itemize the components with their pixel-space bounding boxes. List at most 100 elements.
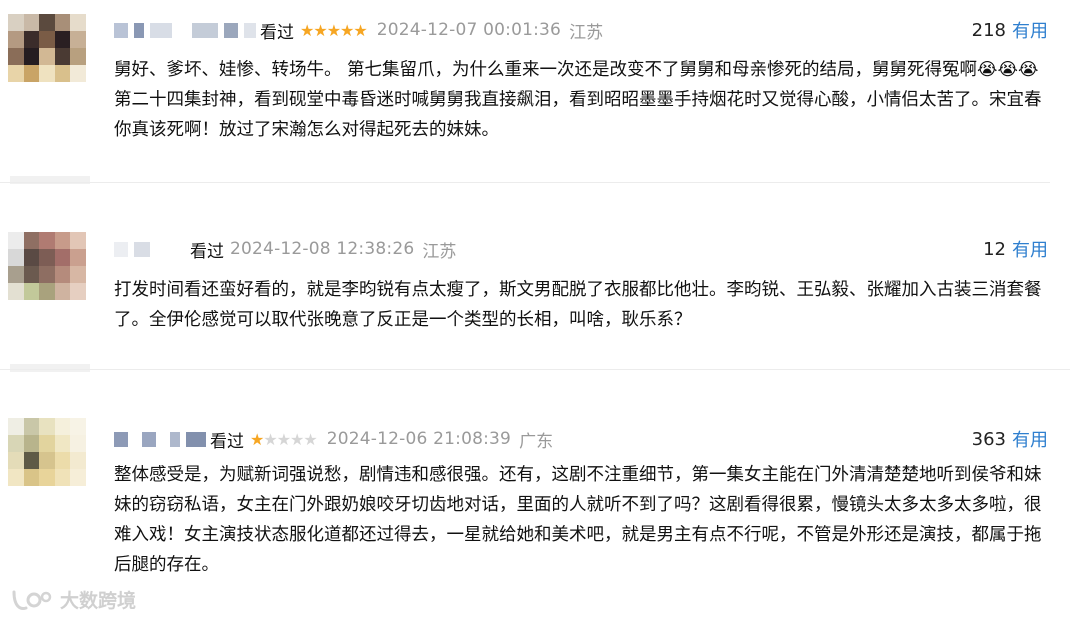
avatar-pixel [39, 232, 55, 249]
avatar-pixel [8, 249, 24, 266]
avatar-pixel [39, 249, 55, 266]
avatar-pixel [23, 31, 40, 48]
avatar-pixel [23, 266, 40, 283]
useful-button[interactable]: 有用 [1012, 17, 1048, 43]
comment-location: 江苏 [569, 22, 604, 43]
username[interactable] [114, 431, 206, 447]
comment-text: 打发时间看还蛮好看的，就是李昀锐有点太瘦了，斯文男配脱了衣服都比他壮。李昀锐、王… [114, 280, 1042, 330]
watched-label: 看过 [260, 22, 294, 43]
avatar-pixel [8, 232, 24, 249]
avatar-pixel [39, 48, 55, 65]
star-empty-icon: ★ [303, 429, 317, 449]
avatar-pixel [54, 266, 71, 283]
avatar-pixel [54, 249, 71, 266]
avatar-pixel [8, 418, 24, 435]
avatar-pixel [54, 418, 71, 435]
avatar-pixel [8, 48, 24, 65]
star-filled-icon: ★ [300, 20, 314, 40]
avatar-pixel [70, 65, 86, 82]
avatar-pixel [70, 469, 86, 486]
useful-button[interactable]: 有用 [1012, 426, 1048, 452]
avatar-pixel [54, 65, 71, 82]
avatar-pixel [39, 65, 55, 82]
username[interactable] [114, 22, 256, 38]
comment-meta: 看过 2024-12-08 12:38:26 江苏 [114, 235, 456, 263]
avatar-pixel [54, 14, 71, 31]
comment-time: 2024-12-08 12:38:26 [230, 239, 415, 259]
avatar-pixel [70, 48, 86, 65]
watched-label: 看过 [210, 431, 244, 452]
avatar-pixel [70, 435, 86, 452]
comment-meta: 看过 ★★★★★ 2024-12-07 00:01:36 江苏 [114, 16, 603, 44]
avatar-pixel [8, 283, 24, 300]
avatar-pixel [54, 435, 71, 452]
avatar-pixel [70, 418, 86, 435]
watermark-logo-icon [12, 590, 52, 610]
avatar-pixel [70, 14, 86, 31]
rating-stars-icon: ★★★★★ [250, 429, 318, 449]
avatar-pixel [23, 435, 40, 452]
vote-count: 12 [983, 238, 1006, 260]
avatar-pixel [39, 14, 55, 31]
watermark-text: 大数跨境 [60, 590, 137, 612]
avatar-pixel [54, 31, 71, 48]
avatar-pixel [23, 283, 40, 300]
star-empty-icon: ★ [263, 429, 277, 449]
avatar-pixel [8, 469, 24, 486]
comment-location: 广东 [519, 431, 554, 452]
divider [0, 182, 1050, 183]
star-filled-icon: ★ [353, 20, 367, 40]
star-filled-icon: ★ [326, 20, 341, 40]
avatar-pixel [54, 283, 71, 300]
vote-area: 218 有用 [972, 16, 1048, 44]
avatar[interactable] [8, 232, 86, 300]
comment-location: 江苏 [422, 241, 457, 262]
useful-button[interactable]: 有用 [1012, 236, 1048, 262]
vote-count: 218 [971, 19, 1006, 41]
avatar-pixel [70, 232, 86, 249]
avatar[interactable] [8, 418, 86, 486]
star-empty-icon: ★ [290, 429, 304, 449]
avatar-pixel [54, 232, 71, 249]
comment-time: 2024-12-06 21:08:39 [326, 429, 512, 449]
avatar-pixel [70, 266, 86, 283]
avatar-pixel [23, 469, 40, 486]
avatar-pixel [23, 418, 40, 435]
avatar-pixel [8, 266, 24, 283]
avatar-pixel [23, 452, 40, 469]
comment-text: 舅好、爹坏、娃惨、转场牛。 第七集留爪，为什么重来一次还是改变不了舅舅和母亲惨死… [114, 60, 1042, 140]
divider [0, 369, 1070, 370]
avatar-pixel [23, 232, 40, 249]
avatar-pixel [54, 48, 71, 65]
star-filled-icon: ★ [313, 20, 327, 40]
avatar-pixel [39, 435, 55, 452]
avatar-pixel [8, 14, 24, 31]
avatar-pixel [54, 452, 71, 469]
avatar-pixel [8, 31, 24, 48]
watermark: 大数跨境 [10, 586, 136, 613]
divider-shadow [10, 364, 90, 372]
vote-count: 363 [971, 428, 1006, 450]
avatar-pixel [39, 266, 55, 283]
avatar-pixel [8, 435, 24, 452]
avatar-pixel [70, 283, 86, 300]
avatar-pixel [54, 469, 71, 486]
avatar[interactable] [8, 14, 86, 82]
avatar-pixel [23, 65, 40, 82]
comment-meta: 看过 ★★★★★ 2024-12-06 21:08:39 广东 [114, 425, 553, 453]
vote-area: 12 有用 [983, 235, 1048, 263]
avatar-pixel [39, 283, 55, 300]
avatar-pixel [39, 31, 55, 48]
avatar-pixel [23, 14, 40, 31]
avatar-pixel [8, 452, 24, 469]
vote-area: 363 有用 [972, 425, 1048, 453]
rating-stars-icon: ★★★★★ [300, 20, 368, 40]
avatar-pixel [23, 249, 40, 266]
avatar-pixel [39, 418, 55, 435]
username[interactable] [114, 241, 186, 257]
avatar-pixel [70, 452, 86, 469]
star-filled-icon: ★ [250, 429, 264, 449]
watched-label: 看过 [190, 241, 224, 262]
star-filled-icon: ★ [340, 20, 354, 40]
avatar-pixel [70, 31, 86, 48]
